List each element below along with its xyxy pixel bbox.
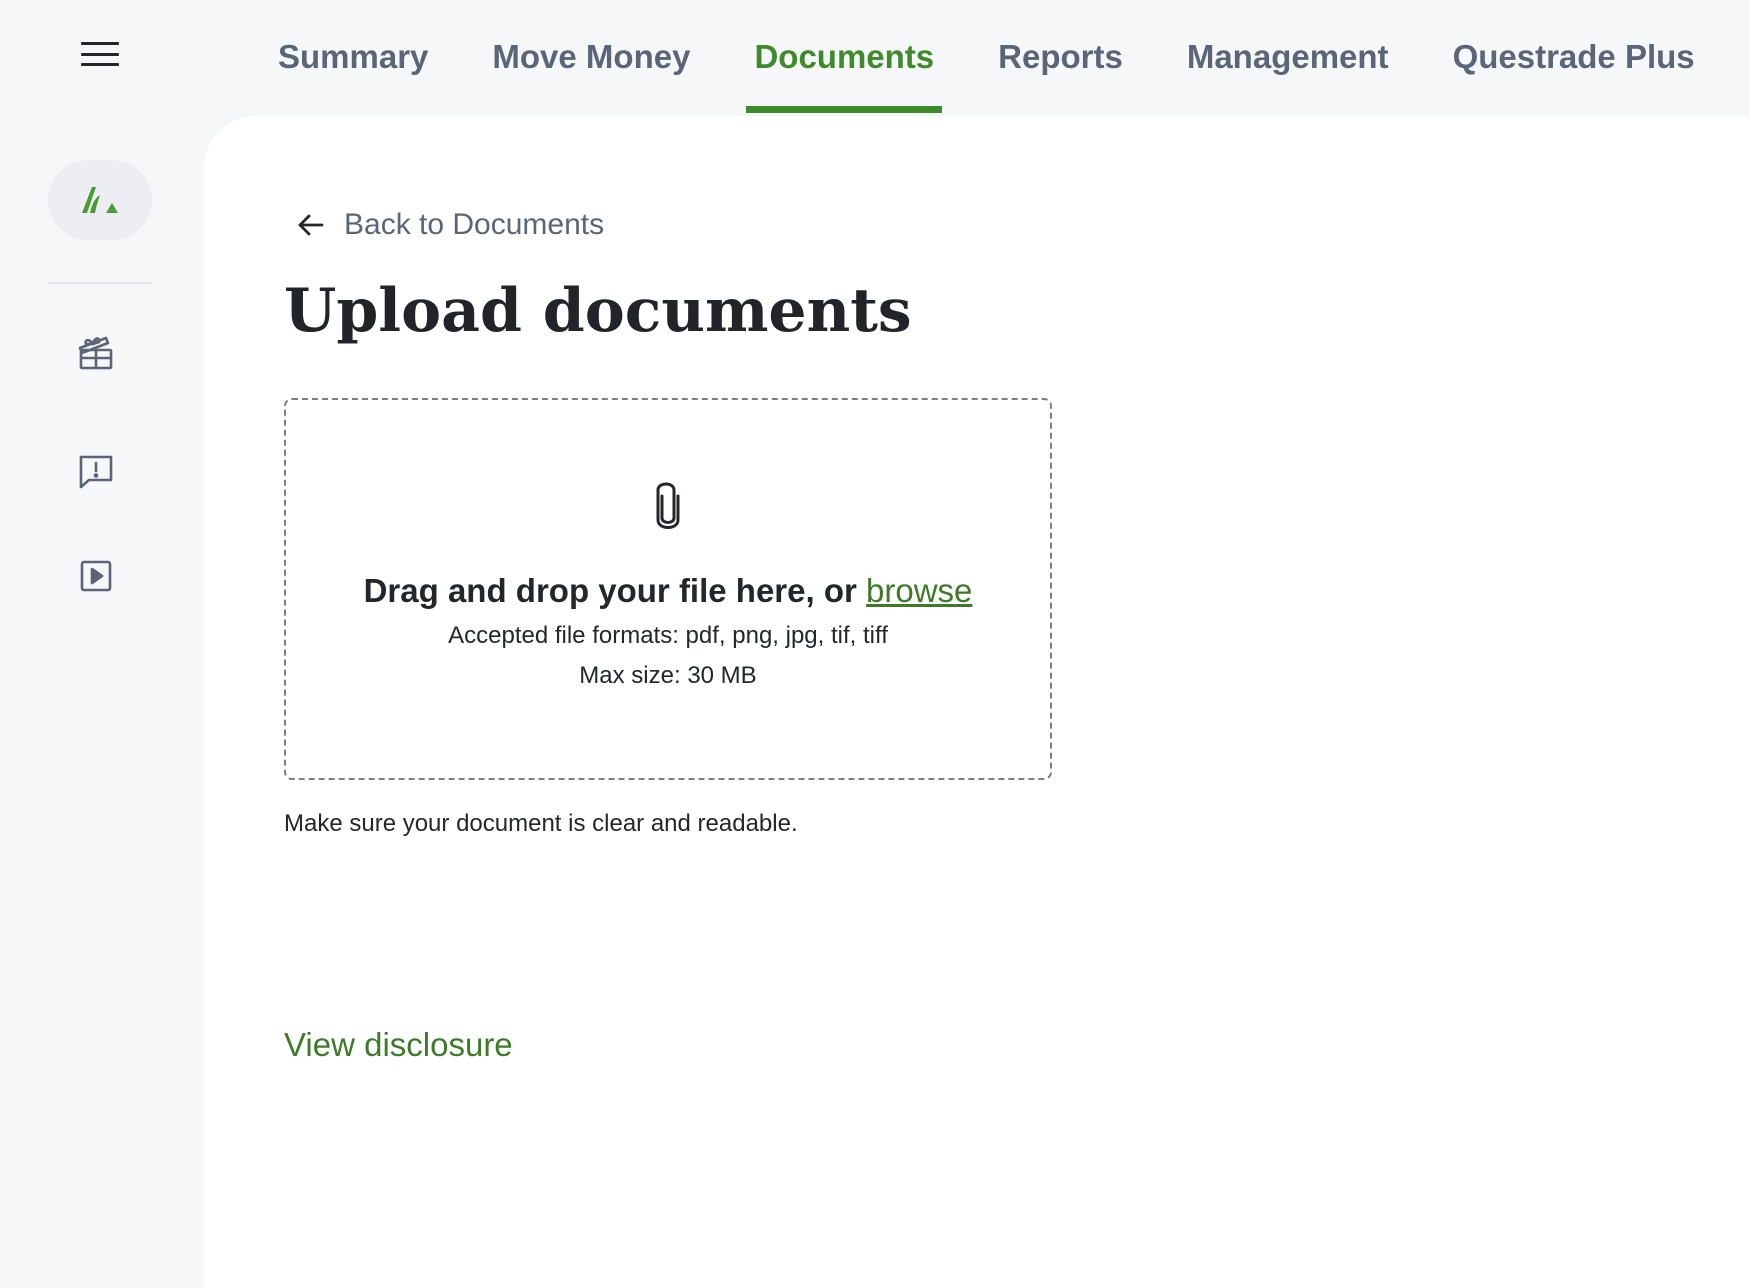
paperclip-icon (656, 482, 680, 529)
browse-link[interactable]: browse (866, 572, 972, 609)
page-title: Upload documents (284, 276, 912, 346)
left-rail (0, 116, 204, 1288)
rail-divider (48, 282, 152, 284)
file-dropzone[interactable]: Drag and drop your file here, or browse … (284, 398, 1052, 780)
upload-hint: Make sure your document is clear and rea… (284, 810, 798, 837)
app: Summary Move Money Documents Reports Man… (0, 0, 1750, 1288)
nav-tabs: Summary Move Money Documents Reports Man… (270, 0, 1750, 116)
tab-questrade-plus[interactable]: Questrade Plus (1445, 0, 1703, 116)
main-panel: Back to Documents Upload documents Drag … (204, 116, 1750, 1288)
tab-reports[interactable]: Reports (990, 0, 1131, 116)
back-to-documents-link[interactable]: Back to Documents (294, 208, 604, 242)
accepted-formats: Accepted file formats: pdf, png, jpg, ti… (448, 622, 888, 649)
tab-summary[interactable]: Summary (270, 0, 436, 116)
back-link-label: Back to Documents (344, 208, 605, 241)
questrade-logo-icon[interactable] (48, 160, 152, 240)
dropzone-prompt-text: Drag and drop your file here, or (363, 572, 867, 609)
gift-icon[interactable] (74, 330, 118, 374)
video-play-icon[interactable] (74, 554, 118, 598)
dropzone-prompt: Drag and drop your file here, or browse (364, 572, 973, 610)
view-disclosure-link[interactable]: View disclosure (284, 1026, 513, 1064)
tab-management[interactable]: Management (1179, 0, 1397, 116)
hamburger-menu-icon[interactable] (76, 36, 124, 72)
arrow-left-icon (298, 214, 324, 236)
top-navigation: Summary Move Money Documents Reports Man… (0, 0, 1750, 116)
tab-documents[interactable]: Documents (746, 0, 942, 116)
feedback-icon[interactable] (74, 450, 118, 494)
tab-move-money[interactable]: Move Money (484, 0, 698, 116)
max-size: Max size: 30 MB (579, 662, 757, 689)
